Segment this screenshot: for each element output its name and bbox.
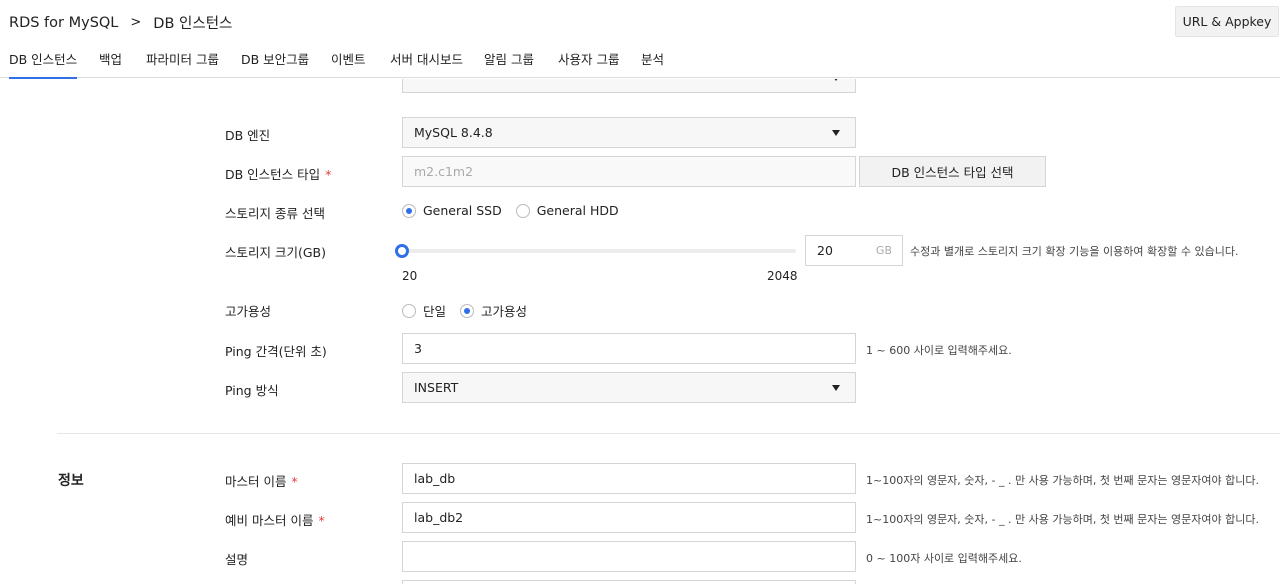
description-hint: 0 ~ 100자 사이로 입력해주세요.: [866, 552, 1022, 565]
radio-checked[interactable]: [402, 203, 416, 218]
breadcrumb: RDS for MySQL > DB 인스턴스: [9, 12, 232, 33]
form-content: DB 엔진 MySQL 8.4.8 DB 인스턴스 타입 * m2.c1m2 DB…: [0, 79, 1280, 584]
select-instance-type-button[interactable]: DB 인스턴스 타입 선택: [859, 156, 1046, 187]
ping-interval-label: Ping 간격(단위 초): [225, 344, 327, 359]
description-input[interactable]: [402, 541, 856, 572]
db-engine-value: MySQL 8.4.8: [414, 125, 493, 140]
tab-events[interactable]: 이벤트: [331, 49, 366, 78]
tab-server-dashboard[interactable]: 서버 대시보드: [390, 49, 463, 78]
tab-notification-group[interactable]: 알림 그룹: [484, 49, 534, 78]
instance-type-field: m2.c1m2: [402, 156, 856, 187]
next-field-partial[interactable]: [402, 580, 856, 584]
cutoff-select-field[interactable]: [402, 79, 856, 93]
tab-analysis[interactable]: 분석: [641, 49, 664, 78]
storage-size-slider[interactable]: [395, 244, 796, 258]
master-name-label: 마스터 이름 *: [225, 474, 298, 489]
required-mark: *: [318, 513, 325, 528]
required-mark: *: [291, 474, 298, 489]
availability-radio-group: 단일 고가용성: [402, 301, 541, 320]
chevron-down-icon: [832, 129, 840, 136]
db-engine-label: DB 엔진: [225, 128, 271, 143]
standby-name-label: 예비 마스터 이름 *: [225, 513, 325, 528]
db-engine-select[interactable]: MySQL 8.4.8: [402, 117, 856, 148]
breadcrumb-page: DB 인스턴스: [153, 16, 233, 32]
slider-handle[interactable]: [395, 244, 409, 258]
radio-unchecked[interactable]: [515, 203, 530, 218]
instance-type-placeholder: m2.c1m2: [414, 164, 474, 179]
availability-option-single[interactable]: 단일: [402, 301, 446, 320]
chevron-down-icon: [832, 384, 840, 391]
instance-type-label: DB 인스턴스 타입 *: [225, 167, 332, 182]
master-name-input[interactable]: lab_db: [402, 463, 856, 494]
top-bar: RDS for MySQL > DB 인스턴스 URL & Appkey: [0, 0, 1280, 42]
availability-label: 고가용성: [225, 304, 272, 319]
breadcrumb-service[interactable]: RDS for MySQL: [9, 15, 118, 31]
required-mark: *: [325, 167, 332, 182]
radio-checked[interactable]: [460, 303, 475, 318]
ping-method-select[interactable]: INSERT: [402, 372, 856, 403]
tab-db-instance[interactable]: DB 인스턴스: [9, 49, 78, 79]
storage-size-input[interactable]: 20 GB: [805, 235, 903, 266]
storage-type-label: 스토리지 종류 선택: [225, 206, 325, 221]
availability-option-ha[interactable]: 고가용성: [460, 301, 527, 320]
tab-backup[interactable]: 백업: [99, 49, 122, 78]
storage-size-unit: GB: [875, 244, 892, 257]
tab-user-group[interactable]: 사용자 그룹: [558, 49, 619, 78]
standby-name-input[interactable]: lab_db2: [402, 502, 856, 533]
storage-type-radio-group: General SSD General HDD: [402, 203, 633, 218]
info-section-title: 정보: [58, 473, 84, 489]
storage-size-value: 20: [817, 243, 833, 258]
storage-size-hint: 수정과 별개로 스토리지 크기 확장 기능을 이용하여 확장할 수 있습니다.: [910, 245, 1239, 258]
tab-parameter-group[interactable]: 파라미터 그룹: [146, 49, 219, 78]
tab-bar: DB 인스턴스 백업 파라미터 그룹 DB 보안그룹 이벤트 서버 대시보드 알…: [0, 42, 1280, 79]
ping-method-label: Ping 방식: [225, 383, 279, 398]
standby-name-hint: 1~100자의 영문자, 숫자, - _ . 만 사용 가능하며, 첫 번째 문…: [866, 513, 1259, 526]
storage-type-option-ssd[interactable]: General SSD: [402, 203, 502, 218]
url-appkey-button[interactable]: URL & Appkey: [1175, 6, 1279, 37]
ping-interval-input[interactable]: 3: [402, 333, 856, 364]
slider-max-label: 2048: [767, 269, 798, 283]
master-name-hint: 1~100자의 영문자, 숫자, - _ . 만 사용 가능하며, 첫 번째 문…: [866, 474, 1259, 487]
section-divider: [57, 433, 1280, 434]
slider-min-label: 20: [402, 269, 418, 283]
tab-db-security-group[interactable]: DB 보안그룹: [241, 49, 309, 78]
radio-unchecked[interactable]: [402, 303, 416, 318]
description-label: 설명: [225, 552, 249, 567]
breadcrumb-separator: >: [130, 15, 142, 30]
storage-type-option-hdd[interactable]: General HDD: [515, 203, 619, 218]
storage-size-label: 스토리지 크기(GB): [225, 245, 326, 260]
ping-interval-hint: 1 ~ 600 사이로 입력해주세요.: [866, 344, 1012, 357]
chevron-down-icon: [832, 79, 840, 81]
